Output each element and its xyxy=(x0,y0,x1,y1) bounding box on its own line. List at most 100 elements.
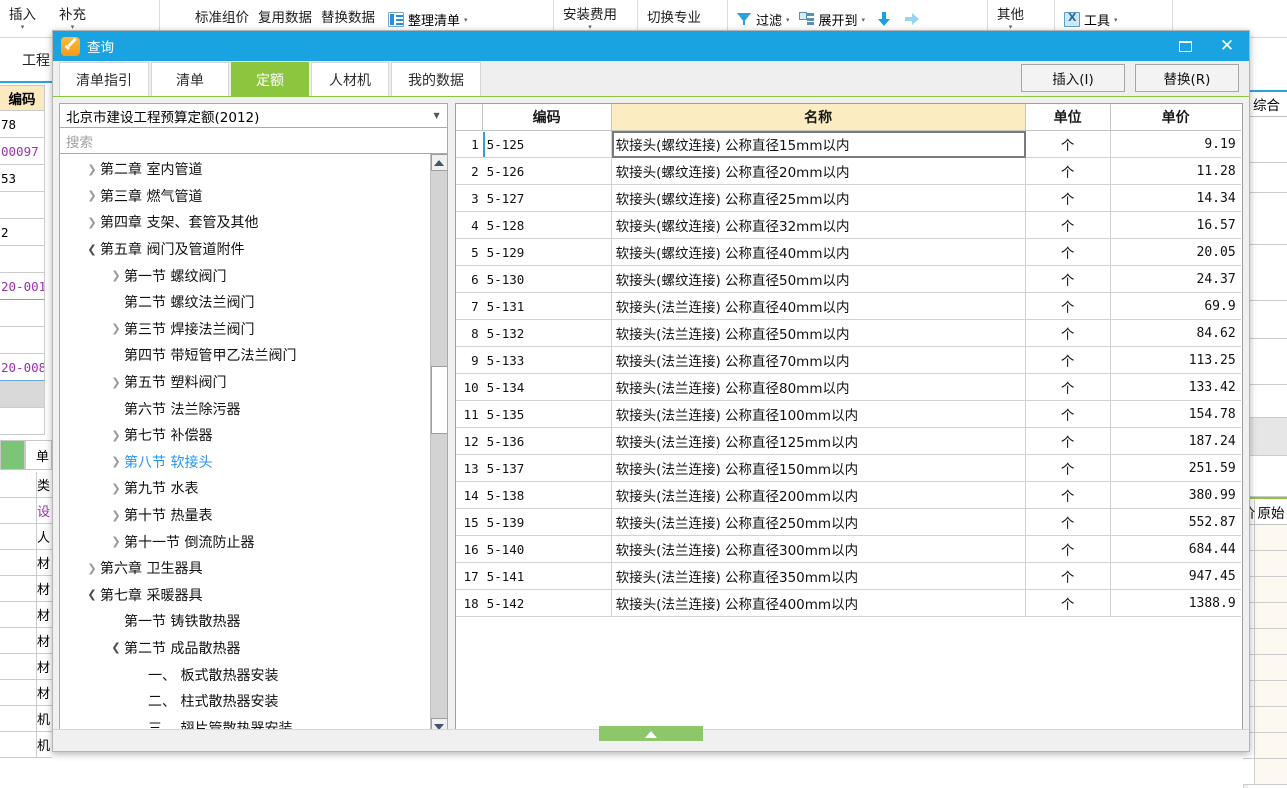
grid-header-unit[interactable]: 单位 xyxy=(1025,104,1111,131)
row-name[interactable]: 软接头(法兰连接) 公称直径70mm以内 xyxy=(611,347,1026,374)
list-item[interactable]: 材 xyxy=(0,654,52,680)
row-price[interactable]: 11.28 xyxy=(1110,158,1241,185)
row-code[interactable]: 5-134 xyxy=(482,374,612,401)
tree-item-section-8-selected[interactable]: ❯ 第八节 软接头 xyxy=(60,449,429,476)
row-price[interactable]: 20.05 xyxy=(1110,239,1241,266)
row-unit[interactable]: 个 xyxy=(1025,293,1111,320)
table-row[interactable]: 8 5-132 软接头(法兰连接) 公称直径50mm以内 个 84.62 xyxy=(455,320,1242,347)
row-code[interactable]: 5-125 xyxy=(482,131,612,158)
table-row[interactable]: 2 5-126 软接头(螺纹连接) 公称直径20mm以内 个 11.28 xyxy=(455,158,1242,185)
ribbon-button-switch-major[interactable]: 切换专业 xyxy=(647,11,701,27)
list-item[interactable]: 材 xyxy=(0,680,52,706)
grid-header-price[interactable]: 单价 xyxy=(1110,104,1241,131)
grid-header-name[interactable]: 名称 xyxy=(611,104,1026,131)
row-name[interactable]: 软接头(法兰连接) 公称直径250mm以内 xyxy=(611,509,1026,536)
list-item[interactable]: 材 xyxy=(0,550,52,576)
row-code[interactable]: 5-137 xyxy=(482,455,612,482)
tree-item-ch7-section-1[interactable]: 第一节 铸铁散热器 xyxy=(60,608,429,635)
search-input[interactable]: 搜索 xyxy=(59,128,448,154)
row-code[interactable]: 5-136 xyxy=(482,428,612,455)
row-price[interactable]: 947.45 xyxy=(1110,563,1241,590)
list-item[interactable]: 类 xyxy=(0,472,52,498)
row-price[interactable]: 187.24 xyxy=(1110,428,1241,455)
scrollbar-thumb[interactable] xyxy=(430,366,447,434)
table-row[interactable]: 15 5-139 软接头(法兰连接) 公称直径250mm以内 个 552.87 xyxy=(455,509,1242,536)
tab-my-data[interactable]: 我的数据 xyxy=(391,62,481,96)
table-row[interactable]: 5 5-129 软接头(螺纹连接) 公称直径40mm以内 个 20.05 xyxy=(455,239,1242,266)
replace-button[interactable]: 替换(R) xyxy=(1135,64,1239,92)
row-unit[interactable]: 个 xyxy=(1025,563,1111,590)
tree-item-section-4[interactable]: 第四节 带短管甲乙法兰阀门 xyxy=(60,342,429,369)
table-row[interactable] xyxy=(0,408,45,435)
tab-list[interactable]: 清单 xyxy=(151,62,229,96)
table-row[interactable] xyxy=(1246,163,1287,193)
row-price[interactable]: 133.42 xyxy=(1110,374,1241,401)
chevron-right-icon[interactable]: ❯ xyxy=(108,322,124,335)
tree-item-chapter-3[interactable]: ❯ 第三章 燃气管道 xyxy=(60,183,429,210)
ribbon-button-replace-data[interactable]: 替换数据 xyxy=(321,11,375,27)
table-row[interactable]: 10 5-134 软接头(法兰连接) 公称直径80mm以内 个 133.42 xyxy=(455,374,1242,401)
table-row[interactable]: 7 5-131 软接头(法兰连接) 公称直径40mm以内 个 69.9 xyxy=(455,293,1242,320)
table-row[interactable]: 11 5-135 软接头(法兰连接) 公称直径100mm以内 个 154.78 xyxy=(455,401,1242,428)
row-price[interactable]: 84.62 xyxy=(1110,320,1241,347)
row-unit[interactable]: 个 xyxy=(1025,428,1111,455)
list-item[interactable]: 材 xyxy=(0,628,52,654)
chevron-right-icon[interactable]: ❯ xyxy=(84,189,100,202)
row-code[interactable]: 5-127 xyxy=(482,185,612,212)
chevron-right-icon[interactable]: ❯ xyxy=(84,163,100,176)
table-row[interactable]: 6 5-130 软接头(螺纹连接) 公称直径50mm以内 个 24.37 xyxy=(455,266,1242,293)
row-code[interactable]: 5-128 xyxy=(482,212,612,239)
row-name[interactable]: 软接头(螺纹连接) 公称直径20mm以内 xyxy=(611,158,1026,185)
table-row[interactable] xyxy=(1246,385,1287,418)
row-name[interactable]: 软接头(法兰连接) 公称直径200mm以内 xyxy=(611,482,1026,509)
table-row[interactable]: 20-008 xyxy=(0,354,45,381)
row-code[interactable]: 5-126 xyxy=(482,158,612,185)
ribbon-button-install-cost[interactable]: 安装费用 ▾ xyxy=(563,7,617,31)
row-code[interactable]: 5-139 xyxy=(482,509,612,536)
table-row[interactable] xyxy=(0,192,45,219)
row-name[interactable]: 软接头(螺纹连接) 公称直径50mm以内 xyxy=(611,266,1026,293)
close-button[interactable]: ✕ xyxy=(1209,32,1245,60)
row-price[interactable]: 1388.9 xyxy=(1110,590,1241,617)
collapse-panel-handle[interactable] xyxy=(599,726,703,741)
row-price[interactable]: 380.99 xyxy=(1110,482,1241,509)
table-row[interactable]: 4 5-128 软接头(螺纹连接) 公称直径32mm以内 个 16.57 xyxy=(455,212,1242,239)
row-price[interactable]: 251.59 xyxy=(1110,455,1241,482)
insert-button[interactable]: 插入(I) xyxy=(1021,64,1125,92)
table-row[interactable] xyxy=(1246,456,1287,497)
row-name[interactable]: 软接头(法兰连接) 公称直径80mm以内 xyxy=(611,374,1026,401)
row-price[interactable]: 69.9 xyxy=(1110,293,1241,320)
table-row[interactable]: 3 5-127 软接头(螺纹连接) 公称直径25mm以内 个 14.34 xyxy=(455,185,1242,212)
ribbon-button-filter[interactable]: 过滤 ▾ xyxy=(737,10,790,29)
list-item[interactable]: 材 xyxy=(0,576,52,602)
row-unit[interactable]: 个 xyxy=(1025,131,1111,158)
row-code[interactable]: 5-140 xyxy=(482,536,612,563)
table-row[interactable]: 17 5-141 软接头(法兰连接) 公称直径350mm以内 个 947.45 xyxy=(455,563,1242,590)
row-price[interactable]: 684.44 xyxy=(1110,536,1241,563)
table-row[interactable] xyxy=(0,381,45,408)
row-price[interactable]: 14.34 xyxy=(1110,185,1241,212)
list-item[interactable]: 设 xyxy=(0,498,52,524)
tree-item-section-5[interactable]: ❯ 第五节 塑料阀门 xyxy=(60,369,429,396)
chevron-right-icon[interactable]: ❯ xyxy=(108,535,124,548)
row-code[interactable]: 5-142 xyxy=(482,590,612,617)
table-row[interactable]: 00097 xyxy=(0,138,45,165)
row-unit[interactable]: 个 xyxy=(1025,482,1111,509)
tree-item-section-6[interactable]: 第六节 法兰除污器 xyxy=(60,395,429,422)
ribbon-button-expand-to[interactable]: 展开到 ▾ xyxy=(798,10,865,29)
chevron-right-icon[interactable]: ❯ xyxy=(84,562,100,575)
table-row[interactable] xyxy=(1243,759,1287,785)
list-item[interactable]: 机 xyxy=(0,732,52,758)
table-row[interactable] xyxy=(1246,193,1287,245)
row-price[interactable]: 16.57 xyxy=(1110,212,1241,239)
table-row[interactable]: 53 xyxy=(0,165,45,192)
row-unit[interactable]: 个 xyxy=(1025,185,1111,212)
row-code[interactable]: 5-133 xyxy=(482,347,612,374)
list-item[interactable]: 材 xyxy=(0,602,52,628)
table-row[interactable] xyxy=(1246,339,1287,385)
list-item[interactable]: 人 xyxy=(0,524,52,550)
chevron-right-icon[interactable]: ❯ xyxy=(108,376,124,389)
row-name[interactable]: 软接头(法兰连接) 公称直径50mm以内 xyxy=(611,320,1026,347)
table-row[interactable]: 2 xyxy=(0,219,45,246)
row-unit[interactable]: 个 xyxy=(1025,536,1111,563)
